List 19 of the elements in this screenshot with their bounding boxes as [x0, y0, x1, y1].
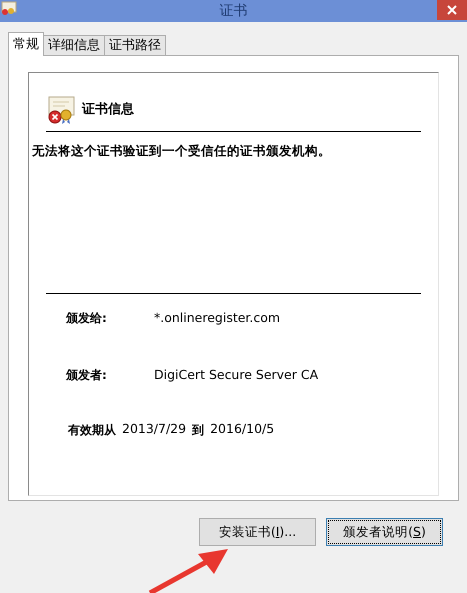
- certificate-icon: [1, 1, 17, 15]
- close-icon: [447, 5, 457, 15]
- field-value: *.onlineregister.com: [154, 308, 280, 327]
- field-label: 到: [192, 422, 204, 439]
- field-value: 2016/10/5: [210, 420, 274, 438]
- field-value: DigiCert Secure Server CA: [154, 366, 318, 384]
- status-message: 无法将这个证书验证到一个受信任的证书颁发机构。: [32, 142, 332, 160]
- field-label: 有效期从: [68, 422, 116, 439]
- dialog-button[interactable]: 安装证书(I)...: [199, 518, 316, 546]
- field-label: 颁发者:: [66, 366, 108, 384]
- section-heading: 证书信息: [82, 101, 134, 120]
- field-value: 2013/7/29: [122, 420, 186, 438]
- tab[interactable]: 证书路径: [104, 35, 166, 55]
- field-label: 颁发给:: [66, 310, 108, 328]
- tab[interactable]: 常规: [8, 32, 44, 56]
- close-button[interactable]: [437, 0, 467, 20]
- window-title: 证书: [220, 2, 248, 20]
- dialog-button[interactable]: 颁发者说明(S): [326, 518, 443, 546]
- tab[interactable]: 详细信息: [43, 35, 105, 55]
